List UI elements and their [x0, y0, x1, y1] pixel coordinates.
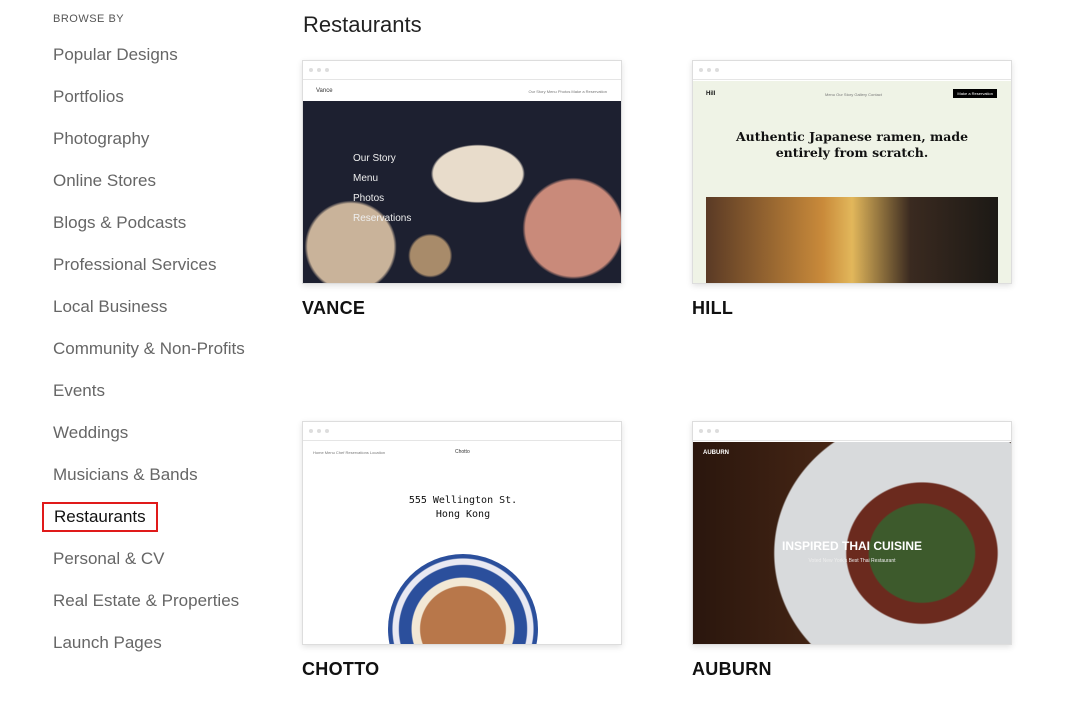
image-menu: Our Story Menu Photos Reservations — [353, 153, 412, 224]
template-name[interactable]: VANCE — [302, 298, 622, 319]
sidebar-item-online-stores[interactable]: Online Stores — [53, 171, 156, 191]
ramen-image — [706, 197, 998, 283]
sidebar-item-popular-designs[interactable]: Popular Designs — [53, 45, 178, 65]
template-name[interactable]: AUBURN — [692, 659, 1012, 680]
sidebar-item-weddings[interactable]: Weddings — [53, 423, 128, 443]
site-nav: Our Story Menu Photos Make a Reservation — [528, 89, 607, 94]
sidebar-item-launch-pages[interactable]: Launch Pages — [53, 633, 162, 653]
template-preview[interactable]: AUBURN INSPIRED THAI CUISINE Voted New Y… — [692, 421, 1012, 645]
sidebar-item-photography[interactable]: Photography — [53, 129, 149, 149]
sidebar-item-portfolios[interactable]: Portfolios — [53, 87, 124, 107]
browser-dots — [693, 61, 1011, 80]
template-card-chotto[interactable]: Home Menu Chef Reservations Location Cho… — [302, 421, 622, 680]
ramen-bowl-image — [388, 554, 538, 644]
reservation-button: Make a Reservation — [953, 89, 997, 98]
site-title: Chotto — [455, 449, 470, 455]
browser-dots — [303, 61, 621, 80]
browser-dots — [693, 422, 1011, 441]
template-preview[interactable]: Hill Menu Our Story Gallery Contact Make… — [692, 60, 1012, 284]
template-card-vance[interactable]: Vance Our Story Menu Photos Make a Reser… — [302, 60, 622, 319]
page-title: Restaurants — [303, 12, 422, 37]
sidebar-item-events[interactable]: Events — [53, 381, 105, 401]
template-name[interactable]: HILL — [692, 298, 1012, 319]
sidebar-item-personal-cv[interactable]: Personal & CV — [53, 549, 165, 569]
sidebar-item-blogs-podcasts[interactable]: Blogs & Podcasts — [53, 213, 186, 233]
sidebar-item-restaurants[interactable]: Restaurants — [42, 502, 158, 532]
site-headline: INSPIRED THAI CUISINE — [781, 539, 922, 553]
site-nav: Menu Our Story Gallery Contact — [825, 92, 882, 97]
site-headline: 555 Wellington St. Hong Kong — [408, 495, 518, 520]
template-preview[interactable]: Home Menu Chef Reservations Location Cho… — [302, 421, 622, 645]
template-preview[interactable]: Vance Our Story Menu Photos Make a Reser… — [302, 60, 622, 284]
browser-dots — [303, 422, 621, 441]
site-title: AUBURN — [703, 450, 729, 456]
template-name[interactable]: CHOTTO — [302, 659, 622, 680]
browse-by-heading: BROWSE BY — [53, 13, 125, 25]
sidebar-item-community-non-profits[interactable]: Community & Non-Profits — [53, 339, 245, 359]
template-card-auburn[interactable]: AUBURN INSPIRED THAI CUISINE Voted New Y… — [692, 421, 1012, 680]
site-nav: Home Menu Chef Reservations Location — [313, 450, 386, 455]
food-image: Our Story Menu Photos Reservations — [303, 101, 621, 283]
sidebar-item-musicians-bands[interactable]: Musicians & Bands — [53, 465, 198, 485]
site-subline: Voted New York's Best Thai Restaurant — [808, 558, 896, 564]
site-title: Hill — [706, 91, 716, 97]
template-card-hill[interactable]: Hill Menu Our Story Gallery Contact Make… — [692, 60, 1012, 319]
sidebar-item-real-estate-properties[interactable]: Real Estate & Properties — [53, 591, 239, 611]
sidebar-item-local-business[interactable]: Local Business — [53, 297, 167, 317]
site-title: Vance — [316, 88, 333, 94]
sidebar-item-professional-services[interactable]: Professional Services — [53, 255, 216, 275]
site-headline: Authentic Japanese ramen, made entirely … — [735, 129, 969, 160]
